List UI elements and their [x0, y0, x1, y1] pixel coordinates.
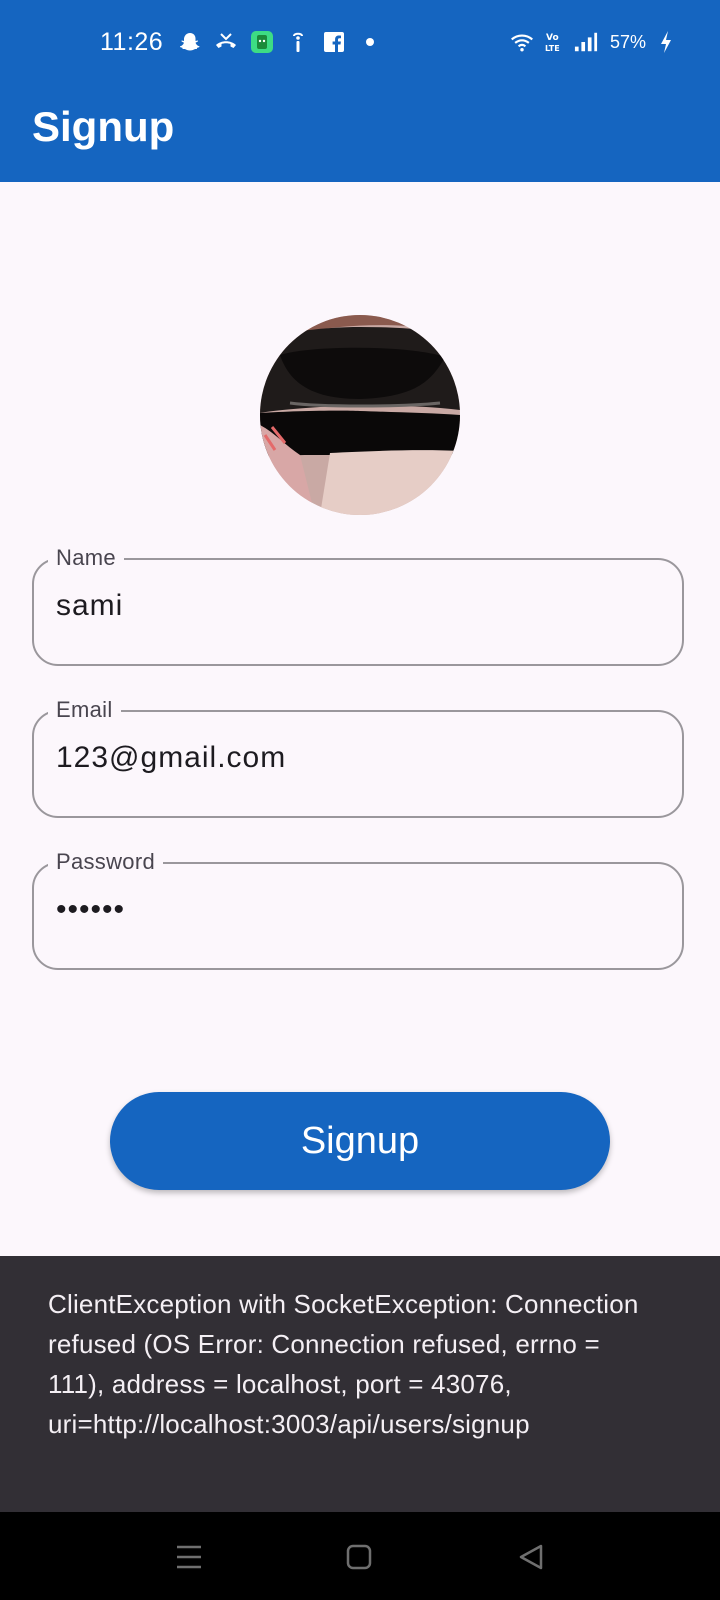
password-field[interactable]: Password •••••• — [32, 850, 688, 970]
navigation-bar — [0, 1512, 720, 1600]
svg-text:LTE: LTE — [545, 44, 560, 53]
info-icon — [286, 30, 310, 54]
password-field-label: Password — [48, 850, 163, 874]
snapchat-icon — [178, 30, 202, 54]
menu-icon[interactable] — [172, 1540, 206, 1574]
error-message: ClientException with SocketException: Co… — [48, 1289, 639, 1439]
profile-avatar[interactable] — [260, 315, 460, 515]
status-bar: 11:26 Vo LTE 57% — [0, 0, 720, 90]
email-field[interactable]: Email 123@gmail.com — [32, 698, 688, 818]
page-title: Signup — [32, 103, 175, 150]
email-input[interactable]: 123@gmail.com — [56, 740, 286, 776]
svg-text:Vo: Vo — [546, 33, 559, 43]
back-triangle-icon[interactable] — [514, 1540, 548, 1574]
error-snackbar: ClientException with SocketException: Co… — [0, 1256, 720, 1512]
password-field-outline — [32, 862, 684, 970]
signal-icon — [574, 30, 598, 54]
wifi-icon — [510, 30, 534, 54]
home-square-icon[interactable] — [342, 1540, 376, 1574]
battery-percent: 57% — [609, 31, 646, 52]
avatar-photo — [260, 315, 460, 515]
signup-screen: 11:26 Vo LTE 57% Signup Name sami Email … — [0, 0, 720, 1600]
missed-call-icon — [214, 30, 238, 54]
password-input[interactable]: •••••• — [56, 892, 125, 928]
system-icons: Vo LTE 57% — [510, 30, 678, 54]
email-field-label: Email — [48, 698, 121, 722]
name-field[interactable]: Name sami — [32, 546, 688, 666]
battery-charging-icon — [654, 30, 678, 54]
app-bar: Signup — [0, 90, 720, 182]
signup-button[interactable]: Signup — [110, 1092, 610, 1190]
app-notification-icon — [250, 30, 274, 54]
name-field-outline — [32, 558, 684, 666]
name-field-label: Name — [48, 546, 124, 570]
dot-icon — [358, 30, 382, 54]
facebook-icon — [322, 30, 346, 54]
status-time: 11:26 — [100, 28, 164, 56]
name-input[interactable]: sami — [56, 588, 123, 624]
notification-icons — [178, 30, 382, 54]
volte-icon: Vo LTE — [542, 30, 566, 54]
